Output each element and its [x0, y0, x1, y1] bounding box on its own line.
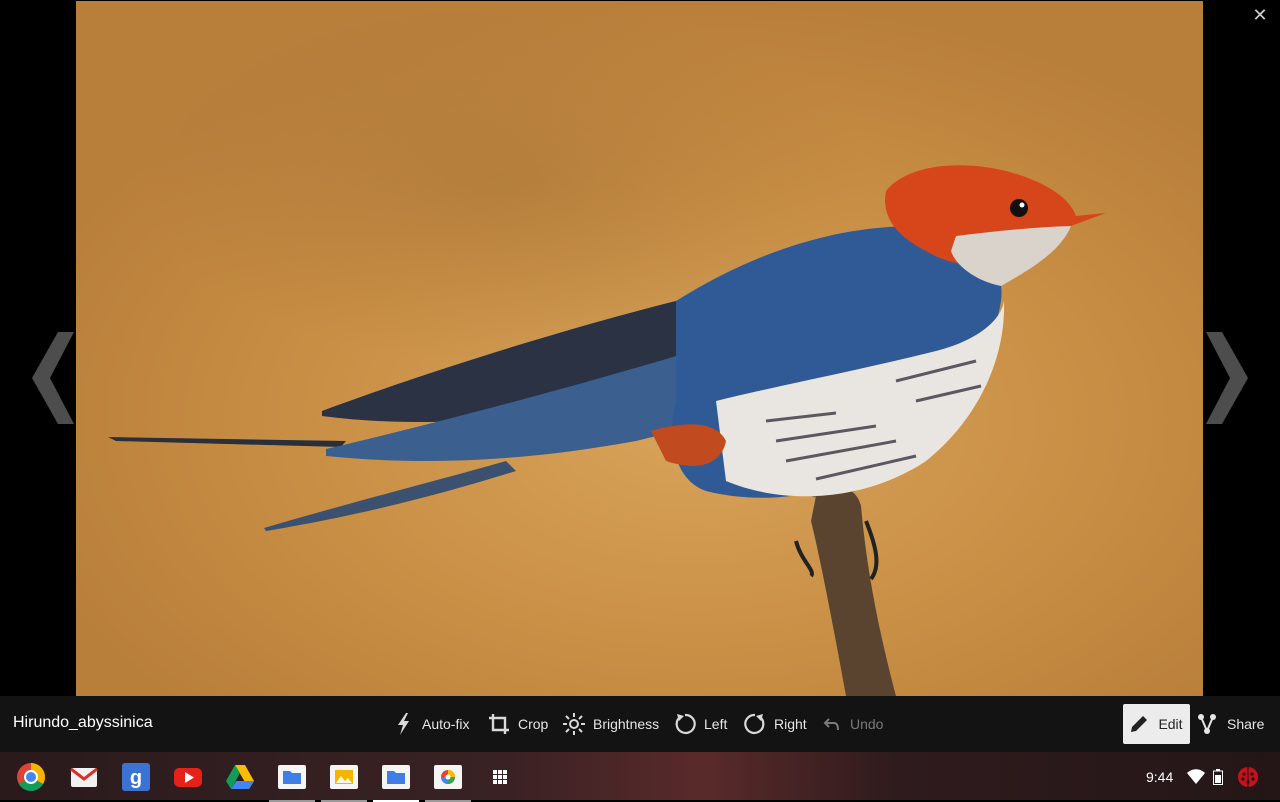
next-image-button[interactable]	[1202, 332, 1250, 424]
launcher-gallery[interactable]	[321, 762, 367, 802]
editor-toolbar: Hirundo_abyssinica Auto-fix Crop Brightn…	[0, 696, 1280, 752]
app-grid-icon	[493, 770, 507, 784]
brightness-button[interactable]: Brightness	[563, 710, 659, 738]
launcher-google[interactable]: g	[121, 762, 151, 792]
rotate-left-label: Left	[704, 716, 728, 732]
launcher-chrome[interactable]	[16, 762, 46, 792]
google-icon: g	[122, 763, 150, 791]
auto-fix-label: Auto-fix	[422, 716, 470, 732]
crop-icon	[489, 714, 509, 734]
bird-eye-highlight	[1019, 202, 1025, 208]
auto-fix-button[interactable]: Auto-fix	[394, 710, 469, 738]
battery-icon	[1213, 769, 1224, 785]
branch-shape	[811, 487, 896, 696]
bird-eye	[1010, 199, 1028, 217]
rotate-left-icon	[675, 713, 696, 735]
undo-button[interactable]: Undo	[822, 710, 883, 738]
close-button[interactable]: ✕	[1250, 5, 1270, 25]
svg-text:g: g	[130, 767, 142, 789]
system-tray[interactable]: 9:44	[1138, 762, 1270, 792]
edit-button[interactable]: Edit	[1123, 704, 1190, 744]
launcher-drive[interactable]	[225, 762, 255, 792]
wifi-icon	[1187, 769, 1206, 784]
os-shelf: g 9:44	[0, 752, 1280, 802]
auto-fix-icon	[398, 713, 409, 735]
launcher-youtube[interactable]	[173, 762, 203, 792]
launcher-files[interactable]	[269, 762, 315, 802]
tail-streamer	[108, 437, 346, 447]
files-icon	[382, 765, 410, 789]
clock: 9:44	[1146, 769, 1174, 785]
gmail-icon	[70, 767, 98, 787]
crop-label: Crop	[518, 716, 549, 732]
gallery-icon	[330, 765, 358, 789]
rotate-left-button[interactable]: Left	[674, 710, 727, 738]
user-avatar-icon	[1238, 767, 1259, 787]
app-launcher-button[interactable]	[485, 762, 515, 792]
brightness-icon	[563, 713, 585, 735]
drive-icon	[226, 765, 254, 789]
image-viewer: ✕	[0, 0, 1280, 752]
chrome-icon	[17, 763, 45, 791]
picasa-icon	[434, 765, 462, 789]
launcher-picasa[interactable]	[425, 762, 471, 802]
undo-icon	[823, 718, 839, 731]
share-icon	[1198, 714, 1216, 734]
edit-label: Edit	[1158, 716, 1183, 732]
bird-illustration	[108, 165, 1106, 696]
share-button[interactable]: Share	[1197, 710, 1264, 738]
youtube-icon	[174, 768, 202, 787]
share-label: Share	[1227, 716, 1265, 732]
photo-bird	[76, 1, 1203, 696]
rotate-right-button[interactable]: Right	[744, 710, 807, 738]
files-icon	[278, 765, 306, 789]
pencil-icon	[1131, 716, 1148, 732]
undo-label: Undo	[850, 716, 884, 732]
launcher-gmail[interactable]	[69, 762, 99, 792]
crop-button[interactable]: Crop	[488, 710, 548, 738]
tail-lower	[264, 461, 516, 531]
chevron-right-icon	[1206, 332, 1248, 424]
chevron-left-icon	[32, 332, 74, 424]
previous-image-button[interactable]	[28, 332, 76, 424]
launcher-files-active[interactable]	[373, 762, 419, 802]
bird-rump	[651, 424, 726, 466]
rotate-right-icon	[744, 713, 765, 735]
rotate-right-label: Right	[774, 716, 807, 732]
brightness-label: Brightness	[593, 716, 660, 732]
close-icon: ✕	[1252, 5, 1268, 25]
file-name[interactable]: Hirundo_abyssinica	[13, 714, 153, 732]
